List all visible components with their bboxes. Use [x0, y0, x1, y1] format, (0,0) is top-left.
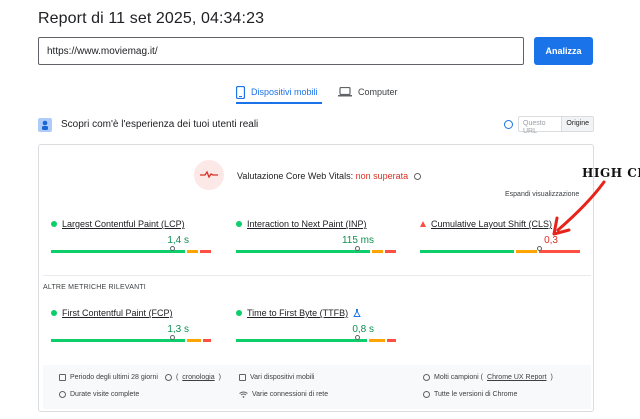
metric-name: Cumulative Layout Shift (CLS) — [431, 219, 553, 229]
crux-link[interactable]: Chrome UX Report — [487, 374, 547, 381]
good-segment — [420, 250, 514, 253]
metric-name: Interaction to Next Paint (INP) — [247, 219, 367, 229]
versions-text: Tutte le versioni di Chrome — [434, 391, 518, 398]
connections-text: Varie connessioni di rete — [252, 391, 329, 398]
good-status-icon — [236, 310, 242, 316]
metric-value: 0,8 s — [352, 324, 374, 335]
p75-marker — [354, 335, 360, 340]
poor-segment — [203, 339, 211, 342]
data-source-footer: Periodo degli ultimi 28 giorni (cronolog… — [43, 365, 591, 409]
url-origin-toggle[interactable]: Questo URL Origine — [518, 116, 594, 135]
field-data-header: Scopri com'è l'esperienza dei tuoi utent… — [38, 116, 594, 136]
cwv-failed-icon — [194, 160, 224, 190]
phone-icon — [236, 85, 245, 99]
high-cls-annotation: HIGH CLS — [582, 166, 640, 180]
good-status-icon — [236, 221, 242, 227]
footer-devices: Vari dispositivi mobili — [239, 374, 314, 381]
calendar-icon — [59, 374, 66, 381]
poor-segment — [539, 250, 580, 253]
metric-name: First Contentful Paint (FCP) — [62, 308, 173, 318]
tab-mobile[interactable]: Dispositivi mobili — [236, 80, 318, 104]
metric-name: Largest Contentful Paint (LCP) — [62, 219, 185, 229]
p75-marker — [537, 246, 542, 251]
duration-text: Durate visite complete — [70, 391, 140, 398]
metric-ttfb: Time to First Byte (TTFB) 0,8 s — [236, 308, 396, 342]
footer-samples: Molti campioni (Chrome UX Report) — [423, 374, 553, 381]
metric-value: 0,3 — [544, 235, 558, 246]
poor-segment — [200, 250, 211, 253]
toggle-this-url[interactable]: Questo URL — [519, 117, 563, 135]
metric-value: 1,3 s — [167, 324, 189, 335]
footer-period: Periodo degli ultimi 28 giorni (cronolog… — [59, 374, 221, 381]
good-status-icon — [51, 221, 57, 227]
metric-inp: Interaction to Next Paint (INP) 115 ms — [236, 219, 396, 253]
distribution-bar — [51, 246, 211, 253]
report-title: Report di 11 set 2025, 04:34:23 — [38, 10, 265, 27]
chrome-icon — [423, 391, 430, 398]
good-segment — [51, 339, 186, 342]
cwv-status: non superata — [355, 171, 409, 181]
distribution-bar — [51, 335, 211, 342]
info-icon[interactable] — [504, 120, 513, 129]
metric-fcp: First Contentful Paint (FCP) 1,3 s — [51, 308, 211, 342]
active-tab-indicator — [236, 102, 322, 104]
metric-ttfb-label[interactable]: Time to First Byte (TTFB) — [236, 308, 396, 318]
metric-inp-label[interactable]: Interaction to Next Paint (INP) — [236, 219, 396, 229]
metric-name: Time to First Byte (TTFB) — [247, 308, 349, 318]
samples-suffix: ) — [550, 374, 553, 381]
footer-connections: Varie connessioni di rete — [239, 391, 328, 398]
history-link[interactable]: cronologia — [182, 374, 214, 381]
cwv-assessment: Valutazione Core Web Vitals: non superat… — [237, 171, 421, 181]
cwv-label: Valutazione Core Web Vitals: — [237, 171, 354, 181]
samples-prefix: Molti campioni ( — [434, 374, 484, 381]
section-divider — [43, 275, 591, 276]
other-metrics-title: ALTRE METRICHE RILEVANTI — [43, 284, 146, 291]
distribution-bar — [236, 246, 396, 253]
tab-desktop-label: Computer — [358, 87, 398, 97]
p75-marker — [354, 246, 360, 251]
distribution-bar — [420, 246, 580, 253]
average-segment — [369, 339, 385, 342]
p75-marker — [169, 335, 175, 340]
average-segment — [372, 250, 384, 253]
users-icon — [38, 118, 52, 132]
footer-versions: Tutte le versioni di Chrome — [423, 391, 517, 398]
tab-mobile-label: Dispositivi mobili — [251, 87, 318, 97]
info-icon[interactable] — [164, 374, 172, 381]
metric-lcp: Largest Contentful Paint (LCP) 1,4 s — [51, 219, 211, 253]
distribution-bar — [236, 335, 396, 342]
good-segment — [51, 250, 186, 253]
cwv-info-icon[interactable] — [413, 173, 421, 180]
tab-desktop[interactable]: Computer — [338, 80, 398, 104]
average-segment — [515, 250, 538, 253]
toggle-origin[interactable]: Origine — [562, 117, 593, 131]
timer-icon — [59, 391, 66, 398]
good-segment — [236, 339, 368, 342]
url-input[interactable] — [38, 37, 524, 65]
red-arrow-annotation — [552, 180, 606, 236]
period-text: Periodo degli ultimi 28 giorni — [70, 374, 158, 381]
laptop-icon — [338, 87, 352, 97]
metric-value: 115 ms — [341, 235, 374, 246]
devices-icon — [239, 374, 246, 381]
wifi-icon — [239, 391, 248, 398]
poor-segment — [385, 250, 396, 253]
metric-value: 1,4 s — [167, 235, 189, 246]
analyze-button[interactable]: Analizza — [534, 37, 593, 65]
footer-duration: Durate visite complete — [59, 391, 139, 398]
devices-text: Vari dispositivi mobili — [250, 374, 315, 381]
good-status-icon — [51, 310, 57, 316]
metric-lcp-label[interactable]: Largest Contentful Paint (LCP) — [51, 219, 211, 229]
experimental-flask-icon — [353, 309, 361, 317]
poor-status-icon — [420, 221, 426, 227]
metric-fcp-label[interactable]: First Contentful Paint (FCP) — [51, 308, 211, 318]
field-data-title: Scopri com'è l'esperienza dei tuoi utent… — [61, 119, 259, 130]
poor-segment — [386, 339, 396, 342]
good-segment — [236, 250, 371, 253]
field-data-card: Valutazione Core Web Vitals: non superat… — [38, 144, 594, 412]
average-segment — [187, 250, 199, 253]
average-segment — [187, 339, 202, 342]
samples-icon — [423, 374, 430, 381]
p75-marker — [169, 246, 175, 251]
